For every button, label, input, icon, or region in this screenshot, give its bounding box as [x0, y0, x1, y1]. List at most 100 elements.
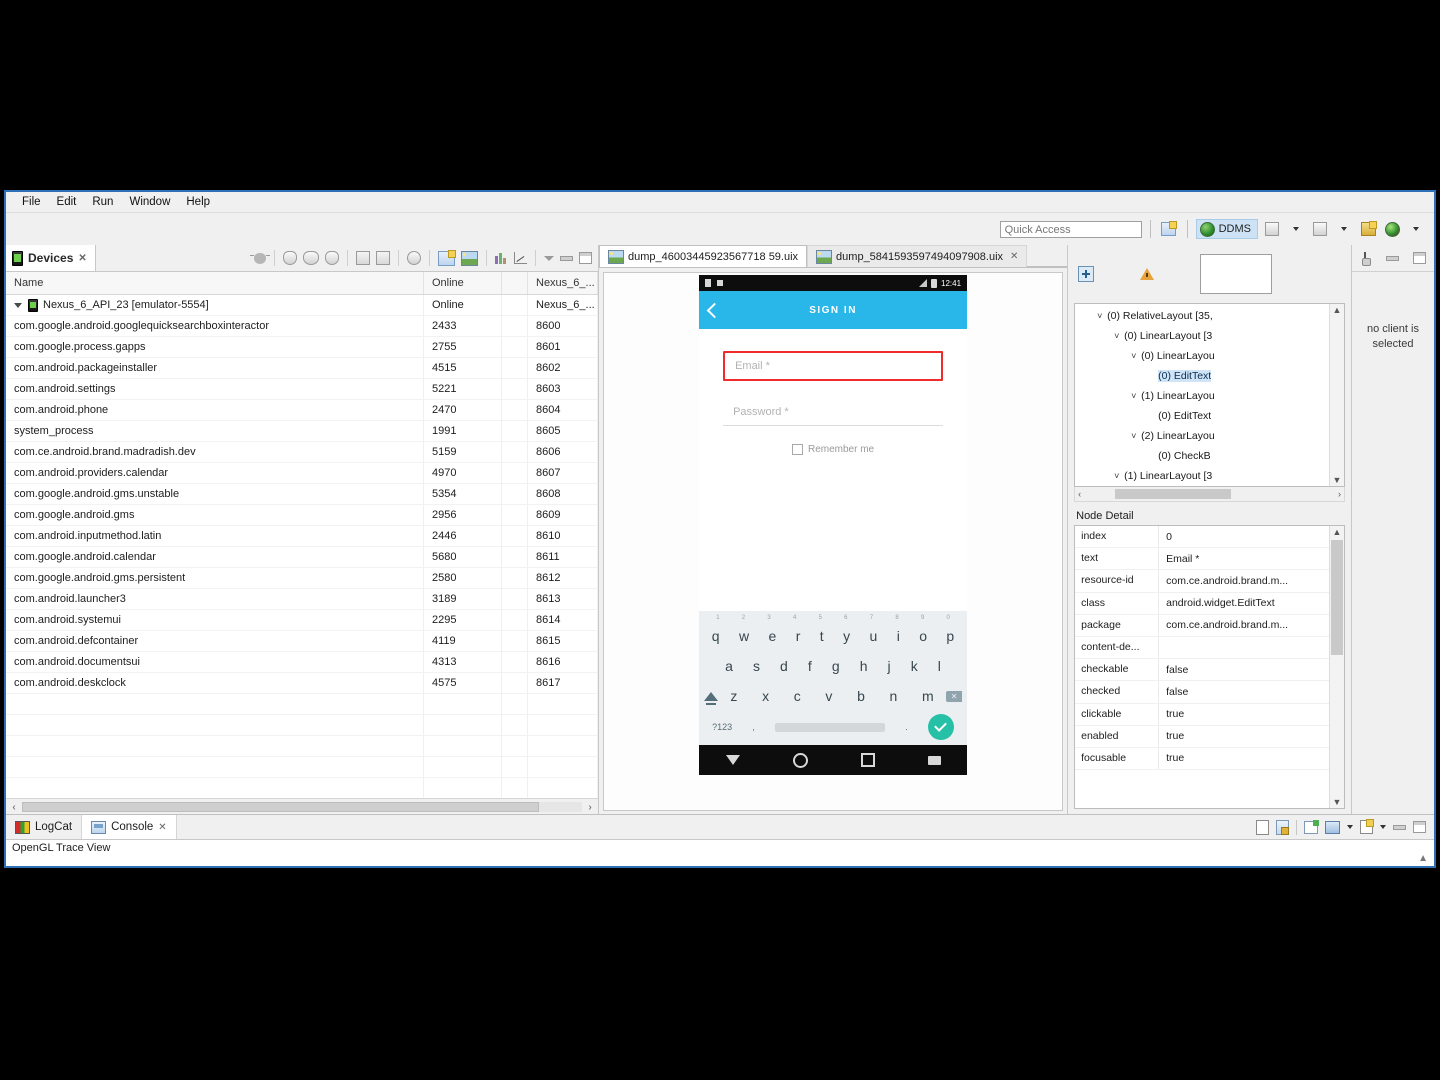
tree-hscrollbar[interactable]: ‹ ›	[1074, 487, 1345, 502]
shift-key-icon[interactable]	[704, 692, 718, 701]
table-row[interactable]: com.ce.android.brand.madradish.dev515986…	[6, 442, 598, 463]
key-g[interactable]: g	[832, 658, 840, 674]
pin-console-icon[interactable]	[1304, 821, 1318, 834]
key-n[interactable]: n	[890, 688, 898, 704]
period-key[interactable]: .	[905, 722, 908, 732]
nd-scroll-up-icon[interactable]: ▲	[1333, 526, 1342, 538]
num-hint-0[interactable]: 0	[947, 615, 950, 621]
key-d[interactable]: d	[780, 658, 788, 674]
debug-button[interactable]	[1358, 219, 1378, 239]
close-icon-console[interactable]: ✕	[158, 822, 166, 833]
table-row[interactable]: com.android.packageinstaller45158602	[6, 358, 598, 379]
expand-all-icon[interactable]	[1078, 266, 1094, 282]
open-console-icon[interactable]	[1360, 820, 1373, 834]
chevron-down-icon[interactable]: ˅	[1131, 351, 1141, 361]
key-o[interactable]: o	[919, 628, 927, 644]
table-row[interactable]: com.google.android.gms29568609	[6, 505, 598, 526]
close-icon[interactable]: ✕	[78, 253, 86, 264]
hscroll-track[interactable]	[22, 802, 582, 812]
backspace-key-icon[interactable]: ✕	[946, 691, 962, 702]
num-hint-4[interactable]: 4	[793, 615, 796, 621]
tree-node[interactable]: (0) EditText	[1075, 406, 1329, 426]
key-e[interactable]: e	[769, 628, 777, 644]
menu-item-window[interactable]: Window	[121, 194, 178, 210]
table-row[interactable]: com.android.defcontainer41198615	[6, 631, 598, 652]
tab-devices[interactable]: Devices ✕	[6, 245, 96, 271]
password-field[interactable]: Password *	[723, 399, 943, 426]
keyboard-row-1[interactable]: qwertyuiop	[702, 621, 964, 651]
run-button[interactable]	[1382, 219, 1402, 239]
num-hint-3[interactable]: 3	[767, 615, 770, 621]
tree-node[interactable]: ˅(2) LinearLayou	[1075, 426, 1329, 446]
node-detail-row[interactable]: clickabletrue	[1075, 704, 1329, 726]
node-detail-row[interactable]: focusabletrue	[1075, 748, 1329, 770]
table-row[interactable]: com.google.process.gapps27558601	[6, 337, 598, 358]
maximize-icon-right[interactable]	[1413, 252, 1426, 264]
key-u[interactable]: u	[869, 628, 877, 644]
table-row[interactable]: com.google.android.googlequicksearchboxi…	[6, 316, 598, 337]
key-j[interactable]: j	[888, 658, 891, 674]
node-detail-row[interactable]: enabledtrue	[1075, 726, 1329, 748]
scroll-lock-icon[interactable]	[1276, 820, 1289, 835]
table-row[interactable]: com.android.documentsui43138616	[6, 652, 598, 673]
home-nav-icon[interactable]	[793, 753, 808, 768]
keyboard-row-2[interactable]: asdfghjkl	[702, 651, 964, 681]
minimize-icon-right[interactable]	[1386, 256, 1399, 261]
view-menu-icon[interactable]	[544, 256, 554, 261]
nd-scroll-down-icon[interactable]: ▼	[1333, 796, 1342, 808]
table-row[interactable]: com.android.systemui22958614	[6, 610, 598, 631]
tree-node[interactable]: ˅(1) LinearLayout [3	[1075, 466, 1329, 486]
screen-capture-icon[interactable]	[438, 251, 455, 266]
chevron-down-icon[interactable]: ˅	[1097, 311, 1107, 321]
nd-vscroll-thumb[interactable]	[1331, 540, 1343, 655]
tree-node[interactable]: ˅(0) RelativeLayout [35,	[1075, 306, 1329, 326]
new-perspective-button[interactable]	[1159, 219, 1179, 239]
resize-handle-icon[interactable]: ▲	[1418, 853, 1428, 864]
tree-node[interactable]: ˅(1) LinearLayou	[1075, 386, 1329, 406]
key-y[interactable]: y	[843, 628, 850, 644]
tab-logcat[interactable]: LogCat	[6, 815, 82, 839]
table-row[interactable]: com.android.deskclock45758617	[6, 673, 598, 694]
tree-vscrollbar[interactable]: ▲ ▼	[1329, 304, 1344, 486]
preview-thumbnail[interactable]	[1200, 254, 1272, 294]
view-hierarchy-tree[interactable]: ˅(0) RelativeLayout [35,˅(0) LinearLayou…	[1074, 303, 1345, 487]
key-i[interactable]: i	[897, 628, 900, 644]
run-dropdown[interactable]	[1406, 219, 1426, 239]
table-row[interactable]: com.android.providers.calendar49708607	[6, 463, 598, 484]
table-row[interactable]: com.google.android.gms.persistent2580861…	[6, 568, 598, 589]
num-hint-1[interactable]: 1	[716, 615, 719, 621]
maximize-icon-bottom[interactable]	[1413, 821, 1426, 833]
node-detail-vscrollbar[interactable]: ▲ ▼	[1329, 526, 1344, 808]
key-l[interactable]: l	[938, 658, 941, 674]
keyboard-row-4[interactable]: ?123 , .	[702, 711, 964, 743]
table-row[interactable]: com.google.android.gms.unstable53548608	[6, 484, 598, 505]
keyboard-row-3[interactable]: zxcvbnm ✕	[702, 681, 964, 711]
tree-node[interactable]: ˅(0) LinearLayout [3	[1075, 326, 1329, 346]
switch-perspective-button[interactable]	[1310, 219, 1330, 239]
table-row[interactable]: system_process19918605	[6, 421, 598, 442]
cause-gc-icon[interactable]	[325, 251, 339, 265]
tree-nodes[interactable]: ˅(0) RelativeLayout [35,˅(0) LinearLayou…	[1075, 304, 1329, 486]
update-heap-icon[interactable]	[283, 251, 297, 265]
scroll-up-icon[interactable]: ▲	[1333, 304, 1342, 316]
enter-key[interactable]	[928, 714, 954, 740]
node-detail-row[interactable]: resource-idcom.ce.android.brand.m...	[1075, 570, 1329, 592]
menu-item-edit[interactable]: Edit	[49, 194, 85, 210]
remember-me-row[interactable]: Remember me	[723, 444, 943, 455]
column-header-online[interactable]: Online	[424, 272, 502, 294]
table-row[interactable]: com.google.android.calendar56808611	[6, 547, 598, 568]
stop-process-icon[interactable]	[407, 251, 421, 265]
ddms-perspective-button[interactable]: DDMS	[1196, 219, 1258, 239]
key-h[interactable]: h	[860, 658, 868, 674]
display-console-dropdown-icon[interactable]	[1347, 825, 1353, 829]
open-console-dropdown-icon[interactable]	[1380, 825, 1386, 829]
chevron-down-icon[interactable]: ˅	[1114, 331, 1124, 341]
tree-node[interactable]: ˅(0) LinearLayou	[1075, 346, 1329, 366]
column-header-name[interactable]: Name	[6, 272, 424, 294]
email-field[interactable]: Email *	[723, 351, 943, 381]
chevron-down-icon[interactable]: ˅	[1114, 471, 1124, 481]
table-row-device[interactable]: Nexus_6_API_23 [emulator-5554]OnlineNexu…	[6, 295, 598, 316]
tree-node[interactable]: (0) EditText	[1075, 366, 1329, 386]
num-hint-2[interactable]: 2	[742, 615, 745, 621]
tree-scroll-right-icon[interactable]: ›	[1338, 489, 1344, 499]
